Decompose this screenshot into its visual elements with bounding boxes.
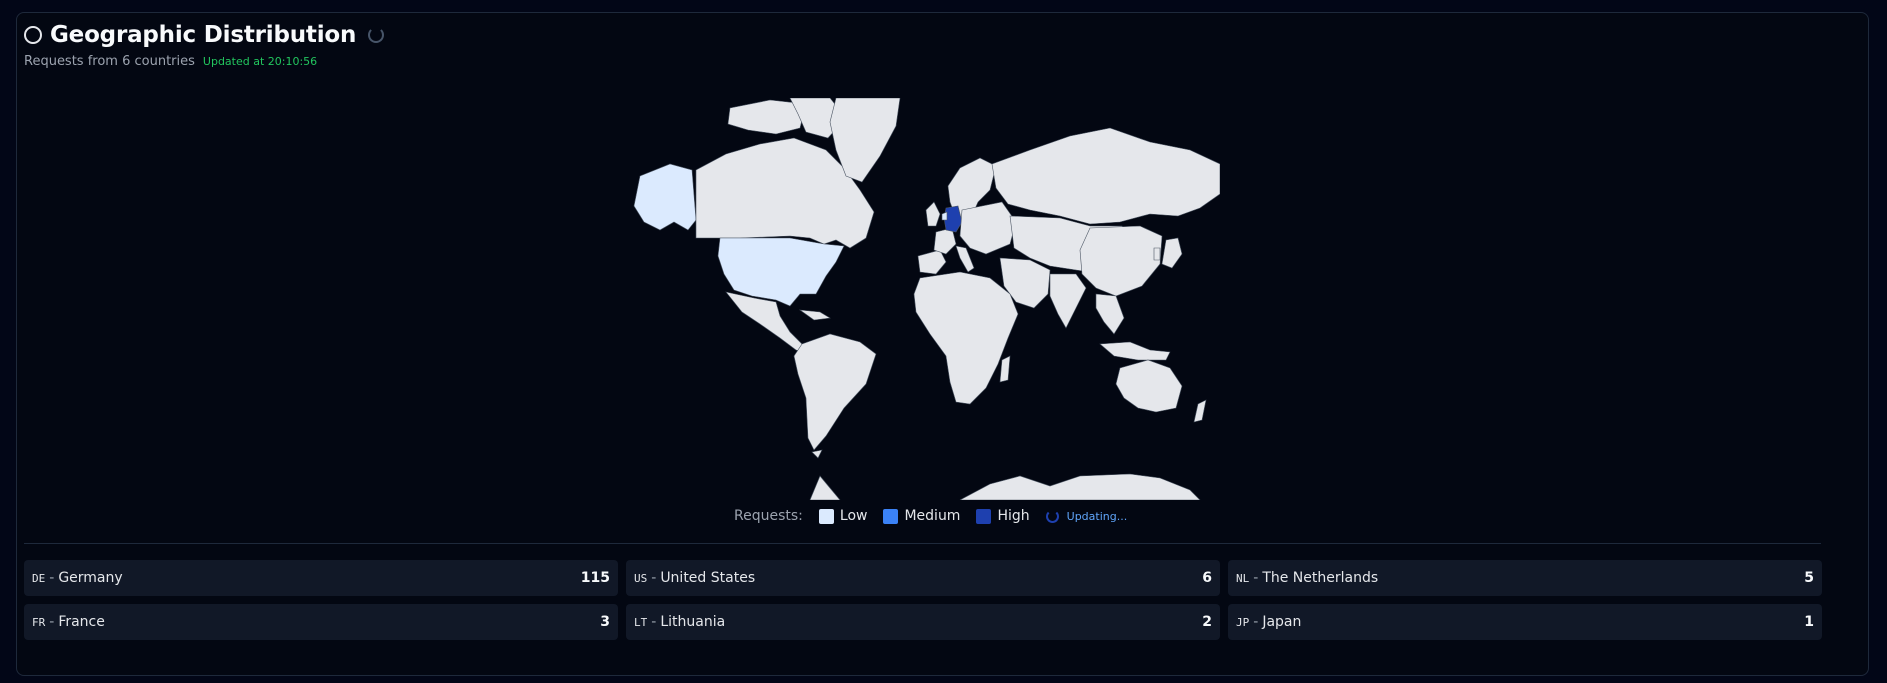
map-country-iberia[interactable]	[917, 249, 947, 275]
country-name: United States	[660, 570, 756, 586]
legend-item-medium: Medium	[883, 508, 960, 524]
map-country-antarctica-2	[959, 473, 1201, 500]
country-code: LT	[634, 616, 648, 629]
legend-swatch-high	[976, 508, 992, 524]
title-row: Geographic Distribution	[24, 22, 385, 48]
subtitle-row: Requests from 6 countries Updated at 20:…	[24, 54, 384, 69]
map-country-madagascar	[999, 355, 1011, 383]
country-code: DE	[32, 572, 46, 585]
request-count: 1	[1804, 614, 1814, 630]
map-country-uk[interactable]	[925, 201, 941, 227]
world-map	[630, 98, 1220, 500]
country-code: NL	[1236, 572, 1250, 585]
map-country-france[interactable]	[933, 227, 957, 255]
country-row-de[interactable]: DE - Germany 115	[24, 560, 618, 596]
separator: -	[1253, 570, 1259, 586]
card-header: Geographic Distribution Requests from 6 …	[24, 22, 385, 69]
globe-icon	[24, 26, 42, 44]
separator: -	[651, 614, 657, 630]
country-name: Japan	[1262, 614, 1302, 630]
map-country-antarctica	[809, 475, 841, 500]
map-country-china[interactable]	[1079, 225, 1163, 297]
legend-swatch-medium	[883, 508, 899, 524]
request-count: 2	[1202, 614, 1212, 630]
map-country-mexico[interactable]	[725, 291, 811, 355]
map-country-south-america[interactable]	[793, 333, 877, 451]
map-country-netherlands[interactable]	[941, 211, 948, 221]
map-country-alaska[interactable]	[633, 163, 697, 231]
loading-spinner-icon	[1045, 509, 1059, 523]
country-code: FR	[32, 616, 46, 629]
updating-status: Updating...	[1066, 509, 1128, 523]
map-country-africa[interactable]	[913, 271, 1019, 405]
page-title: Geographic Distribution	[50, 22, 357, 48]
legend-item-high: High	[976, 508, 1030, 524]
legend-item-label: High	[997, 508, 1030, 524]
legend-item-label: Low	[839, 508, 868, 524]
map-country-new-zealand	[1193, 399, 1207, 423]
country-name: Germany	[58, 570, 123, 586]
request-count: 5	[1804, 570, 1814, 586]
country-row-jp[interactable]: JP - Japan 1	[1228, 604, 1822, 640]
request-count: 115	[580, 570, 610, 586]
refresh-icon[interactable]	[368, 27, 385, 43]
legend-label: Requests:	[734, 508, 803, 524]
country-name: The Netherlands	[1262, 570, 1379, 586]
country-code: US	[634, 572, 648, 585]
legend-item-label: Medium	[904, 508, 961, 524]
country-code: JP	[1236, 616, 1250, 629]
request-count: 3	[600, 614, 610, 630]
separator: -	[49, 570, 55, 586]
map-country-australia[interactable]	[1115, 359, 1183, 413]
legend-swatch-low	[818, 508, 834, 524]
map-country-korea[interactable]	[1153, 247, 1161, 261]
map-country-cuba	[798, 309, 831, 321]
map-country-tierra-del-fuego	[811, 449, 823, 459]
country-name: France	[58, 614, 105, 630]
map-country-eastern-europe[interactable]	[959, 201, 1017, 255]
map-country-india[interactable]	[1049, 273, 1087, 329]
separator: -	[49, 614, 55, 630]
map-country-indonesia[interactable]	[1099, 341, 1171, 361]
request-count: 6	[1202, 570, 1212, 586]
country-row-lt[interactable]: LT - Lithuania 2	[626, 604, 1220, 640]
divider	[24, 543, 1821, 544]
country-row-fr[interactable]: FR - France 3	[24, 604, 618, 640]
map-country-russia[interactable]	[991, 127, 1220, 225]
map-country-southeast-asia[interactable]	[1095, 293, 1125, 335]
subtitle: Requests from 6 countries	[24, 54, 195, 69]
map-legend: Requests: Low Medium High Updating...	[734, 508, 1127, 524]
map-country-japan[interactable]	[1161, 237, 1183, 269]
separator: -	[1253, 614, 1259, 630]
country-name: Lithuania	[660, 614, 726, 630]
country-list: DE - Germany 115 US - United States 6 NL - The…	[24, 560, 1822, 640]
country-row-us[interactable]: US - United States 6	[626, 560, 1220, 596]
country-row-nl[interactable]: NL - The Netherlands 5	[1228, 560, 1822, 596]
separator: -	[651, 570, 657, 586]
updated-timestamp: Updated at 20:10:56	[202, 55, 318, 68]
legend-item-low: Low	[818, 508, 868, 524]
map-country-italy[interactable]	[955, 245, 975, 273]
world-map-svg	[633, 98, 1220, 500]
